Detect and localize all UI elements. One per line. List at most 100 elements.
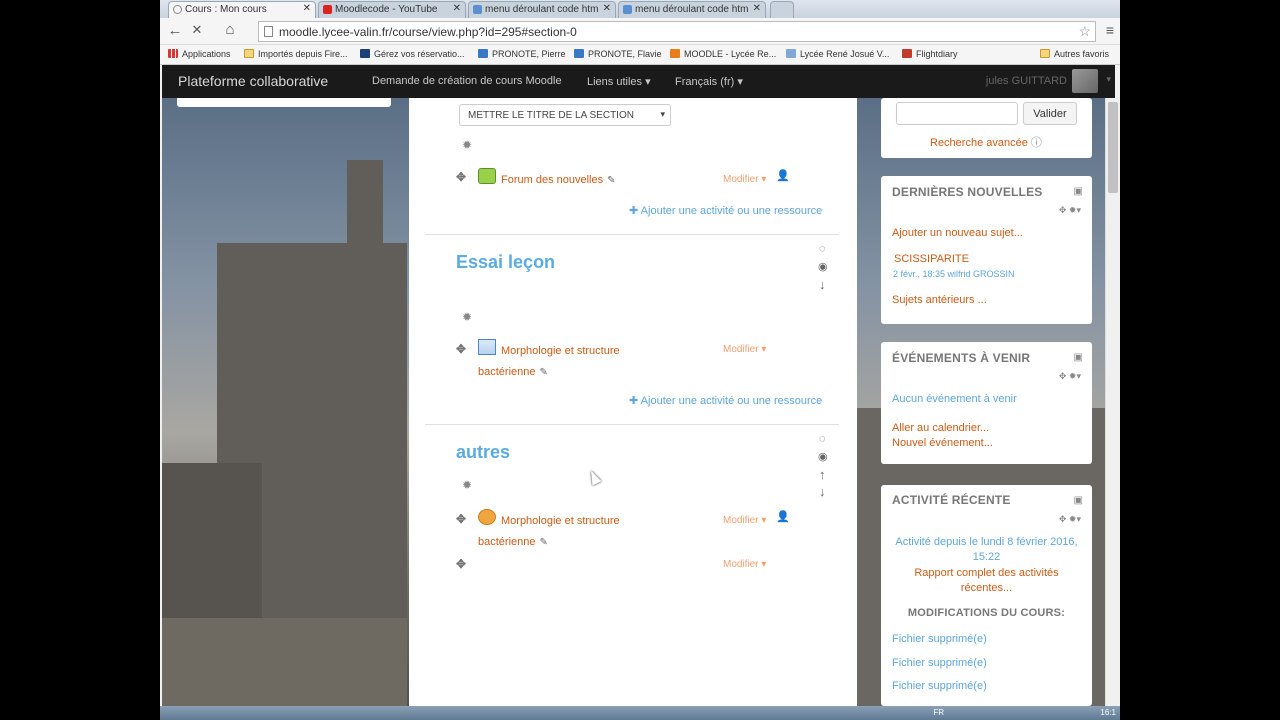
change-item[interactable]: Fichier supprimé(e) bbox=[892, 657, 987, 669]
bookmark-pronote-pierre[interactable]: PRONOTE, Pierre bbox=[478, 49, 566, 59]
modify-menu[interactable]: Modifier ▾ bbox=[723, 559, 766, 570]
page-icon bbox=[473, 5, 482, 14]
full-report-line1[interactable]: Rapport complet des activités bbox=[892, 567, 1081, 579]
section-title-autres[interactable]: autres bbox=[456, 442, 510, 463]
add-activity-link[interactable]: ✚ Ajouter une activité ou une ressource bbox=[629, 204, 822, 217]
bookmark-apps[interactable]: Applications bbox=[168, 49, 231, 59]
arrow-up-icon[interactable]: ↑ bbox=[819, 467, 826, 482]
news-post-title[interactable]: SCISSIPARITE bbox=[894, 253, 969, 265]
news-block: DERNIÈRES NOUVELLES ▣ ✥ ✹▾ Ajouter un no… bbox=[881, 176, 1092, 324]
no-events-text: Aucun événement à venir bbox=[892, 393, 1017, 405]
modify-menu[interactable]: Modifier ▾ bbox=[723, 515, 766, 526]
activity-chat-line2[interactable]: bactérienne ✎ bbox=[478, 536, 548, 548]
settings-icon[interactable]: ✹ bbox=[462, 138, 472, 152]
close-tab-icon[interactable]: ✕ bbox=[303, 3, 311, 14]
mouse-cursor bbox=[586, 468, 602, 486]
person-icon[interactable]: 👤 bbox=[776, 510, 790, 523]
arrow-down-icon[interactable]: ↓ bbox=[819, 484, 826, 499]
new-tab-button[interactable] bbox=[770, 1, 794, 18]
highlight-icon[interactable]: ◌ bbox=[819, 243, 826, 255]
tab-menu-1[interactable]: menu déroulant code htm ✕ bbox=[468, 1, 616, 18]
move-icon[interactable]: ✥ bbox=[456, 512, 466, 526]
eye-icon[interactable]: ◉ bbox=[818, 260, 828, 273]
page-content: METTRE LE TITRE DE LA SECTION ▾ ✹ ✥ Forum… bbox=[162, 98, 1115, 706]
bookmark-folder[interactable]: Importés depuis Fire... bbox=[244, 49, 348, 59]
search-input[interactable] bbox=[896, 102, 1018, 125]
section-title-dropdown[interactable]: METTRE LE TITRE DE LA SECTION ▾ bbox=[459, 104, 671, 126]
block-settings-icon[interactable]: ✥ ✹▾ bbox=[1059, 371, 1081, 382]
close-tab-icon[interactable]: ✕ bbox=[753, 3, 761, 14]
move-icon[interactable]: ✥ bbox=[456, 557, 466, 571]
scrollbar-thumb[interactable] bbox=[1108, 102, 1118, 193]
home-icon[interactable]: ⌂ bbox=[212, 21, 248, 38]
user-name[interactable]: jules GUITTARD bbox=[986, 75, 1067, 87]
change-item[interactable]: Fichier supprimé(e) bbox=[892, 680, 987, 692]
bookmark-star-icon[interactable]: ☆ bbox=[1078, 23, 1091, 40]
bookmark-moodle[interactable]: MOODLE - Lycée Re... bbox=[670, 49, 776, 59]
chevron-down-icon[interactable]: ▾ bbox=[1106, 74, 1111, 85]
edit-icon[interactable]: ✎ bbox=[540, 537, 548, 548]
nav-language[interactable]: Français (fr) ▾ bbox=[675, 75, 743, 88]
right-black-margin bbox=[1120, 0, 1280, 720]
tab-cours[interactable]: Cours : Mon cours ✕ bbox=[168, 1, 316, 18]
avatar[interactable] bbox=[1072, 69, 1098, 93]
older-topics-link[interactable]: Sujets antérieurs ... bbox=[892, 294, 987, 306]
back-arrow-icon[interactable]: ← bbox=[166, 22, 184, 39]
close-tab-icon[interactable]: ✕ bbox=[603, 3, 611, 14]
reload-icon[interactable]: ✕ bbox=[188, 22, 206, 38]
bookmark-pronote-flavie[interactable]: PRONOTE, Flavie bbox=[574, 49, 662, 59]
bookmark-booking[interactable]: Gérez vos réservatio... bbox=[360, 49, 465, 59]
calendar-link[interactable]: Aller au calendrier... bbox=[892, 422, 989, 434]
help-icon[interactable]: ⓘ bbox=[1031, 137, 1042, 149]
vertical-scrollbar[interactable] bbox=[1105, 98, 1120, 706]
bookmarks-bar: Applications Importés depuis Fire... Gér… bbox=[160, 45, 1120, 65]
edit-icon[interactable]: ✎ bbox=[607, 175, 615, 186]
tab-youtube[interactable]: Moodlecode - YouTube ✕ bbox=[318, 1, 466, 18]
moodle-navbar: Plateforme collaborative Demande de créa… bbox=[162, 65, 1115, 98]
search-submit-button[interactable]: Valider bbox=[1023, 102, 1077, 125]
page-icon bbox=[623, 5, 632, 14]
full-report-line2[interactable]: récentes... bbox=[892, 582, 1081, 594]
menu-icon[interactable]: ≡ bbox=[1106, 22, 1114, 38]
add-activity-link[interactable]: ✚ Ajouter une activité ou une ressource bbox=[629, 394, 822, 407]
nav-useful-links[interactable]: Liens utiles ▾ bbox=[587, 75, 651, 88]
settings-icon[interactable]: ✹ bbox=[462, 310, 472, 324]
block-settings-icon[interactable]: ✥ ✹▾ bbox=[1059, 514, 1081, 525]
arrow-down-icon[interactable]: ↓ bbox=[819, 277, 826, 292]
move-icon[interactable]: ✥ bbox=[456, 342, 466, 356]
bookmark-flightdiary[interactable]: Flightdiary bbox=[902, 49, 958, 59]
bookmark-lycee[interactable]: Lycée René Josué V... bbox=[786, 49, 889, 59]
activity-chat-line1[interactable]: Morphologie et structure bbox=[501, 515, 620, 527]
person-icon[interactable]: 👤 bbox=[776, 169, 790, 182]
close-tab-icon[interactable]: ✕ bbox=[453, 3, 461, 14]
settings-icon[interactable]: ✹ bbox=[462, 478, 472, 492]
eye-icon[interactable]: ◉ bbox=[818, 450, 828, 463]
activity-forum[interactable]: Forum des nouvelles ✎ bbox=[501, 174, 616, 186]
add-topic-link[interactable]: Ajouter un nouveau sujet... bbox=[892, 227, 1023, 239]
advanced-search-link[interactable]: Recherche avancée ⓘ bbox=[930, 134, 1042, 150]
course-changes-title: MODIFICATIONS DU COURS: bbox=[907, 607, 1066, 619]
plane-icon bbox=[902, 49, 912, 58]
edit-icon[interactable]: ✎ bbox=[540, 367, 548, 378]
nav-course-request[interactable]: Demande de création de cours Moodle bbox=[372, 75, 562, 87]
language-indicator[interactable]: FR bbox=[933, 708, 944, 717]
tab-menu-2[interactable]: menu déroulant code htm ✕ bbox=[618, 1, 766, 18]
change-item[interactable]: Fichier supprimé(e) bbox=[892, 633, 987, 645]
bookmark-other[interactable]: Autres favoris bbox=[1040, 49, 1109, 59]
address-bar[interactable]: moodle.lycee-valin.fr/course/view.php?id… bbox=[258, 21, 1096, 42]
dock-icon[interactable]: ▣ bbox=[1074, 186, 1083, 197]
modify-menu[interactable]: Modifier ▾ bbox=[723, 344, 766, 355]
move-icon[interactable]: ✥ bbox=[456, 170, 466, 184]
activity-lesson-line2[interactable]: bactérienne ✎ bbox=[478, 366, 548, 378]
pronote-icon bbox=[478, 49, 488, 58]
apps-icon bbox=[168, 49, 178, 58]
block-settings-icon[interactable]: ✥ ✹▾ bbox=[1059, 205, 1081, 216]
dock-icon[interactable]: ▣ bbox=[1074, 352, 1083, 363]
section-title-essai[interactable]: Essai leçon bbox=[456, 252, 555, 273]
modify-menu[interactable]: Modifier ▾ bbox=[723, 174, 766, 185]
activity-lesson-line1[interactable]: Morphologie et structure bbox=[501, 345, 620, 357]
site-brand[interactable]: Plateforme collaborative bbox=[178, 73, 328, 89]
highlight-icon[interactable]: ◌ bbox=[819, 433, 826, 445]
new-event-link[interactable]: Nouvel événement... bbox=[892, 437, 993, 449]
dock-icon[interactable]: ▣ bbox=[1074, 495, 1083, 506]
